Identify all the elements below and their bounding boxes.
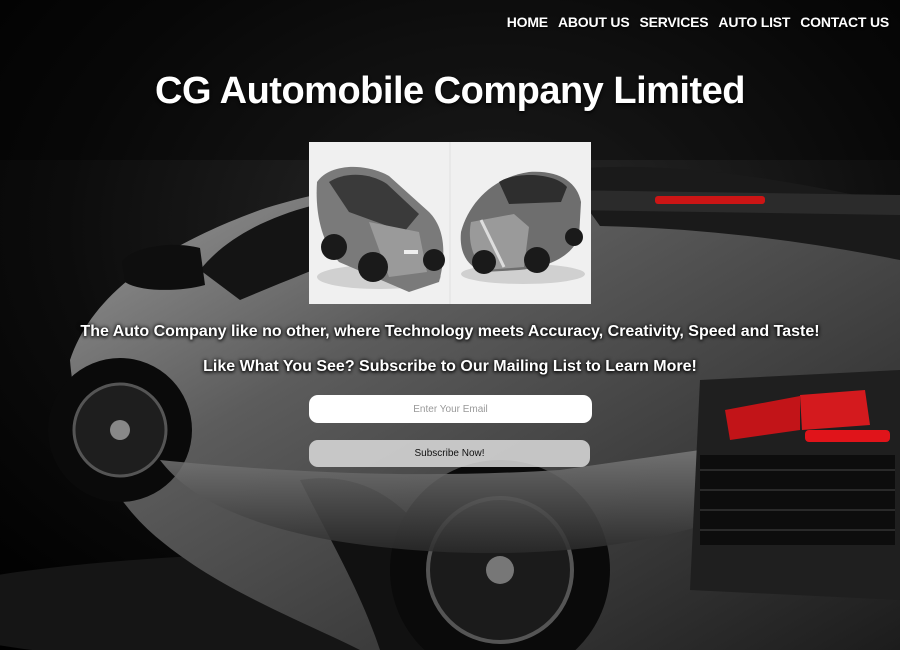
- nav-auto-list[interactable]: AUTO LIST: [713, 12, 795, 32]
- email-input[interactable]: [309, 395, 592, 423]
- nav-about-us[interactable]: ABOUT US: [553, 12, 635, 32]
- nav-contact-us[interactable]: CONTACT US: [795, 12, 894, 32]
- featured-cars-image: [309, 142, 591, 304]
- page: HOME ABOUT US SERVICES AUTO LIST CONTACT…: [0, 0, 900, 650]
- subscribe-button[interactable]: Subscribe Now!: [309, 440, 590, 467]
- nav-services[interactable]: SERVICES: [634, 12, 713, 32]
- top-navigation: HOME ABOUT US SERVICES AUTO LIST CONTACT…: [502, 12, 894, 32]
- nav-home[interactable]: HOME: [502, 12, 553, 32]
- company-tagline: The Auto Company like no other, where Te…: [80, 323, 820, 340]
- subscribe-prompt: Like What You See? Subscribe to Our Mail…: [203, 358, 697, 375]
- page-title: CG Automobile Company Limited: [155, 70, 746, 112]
